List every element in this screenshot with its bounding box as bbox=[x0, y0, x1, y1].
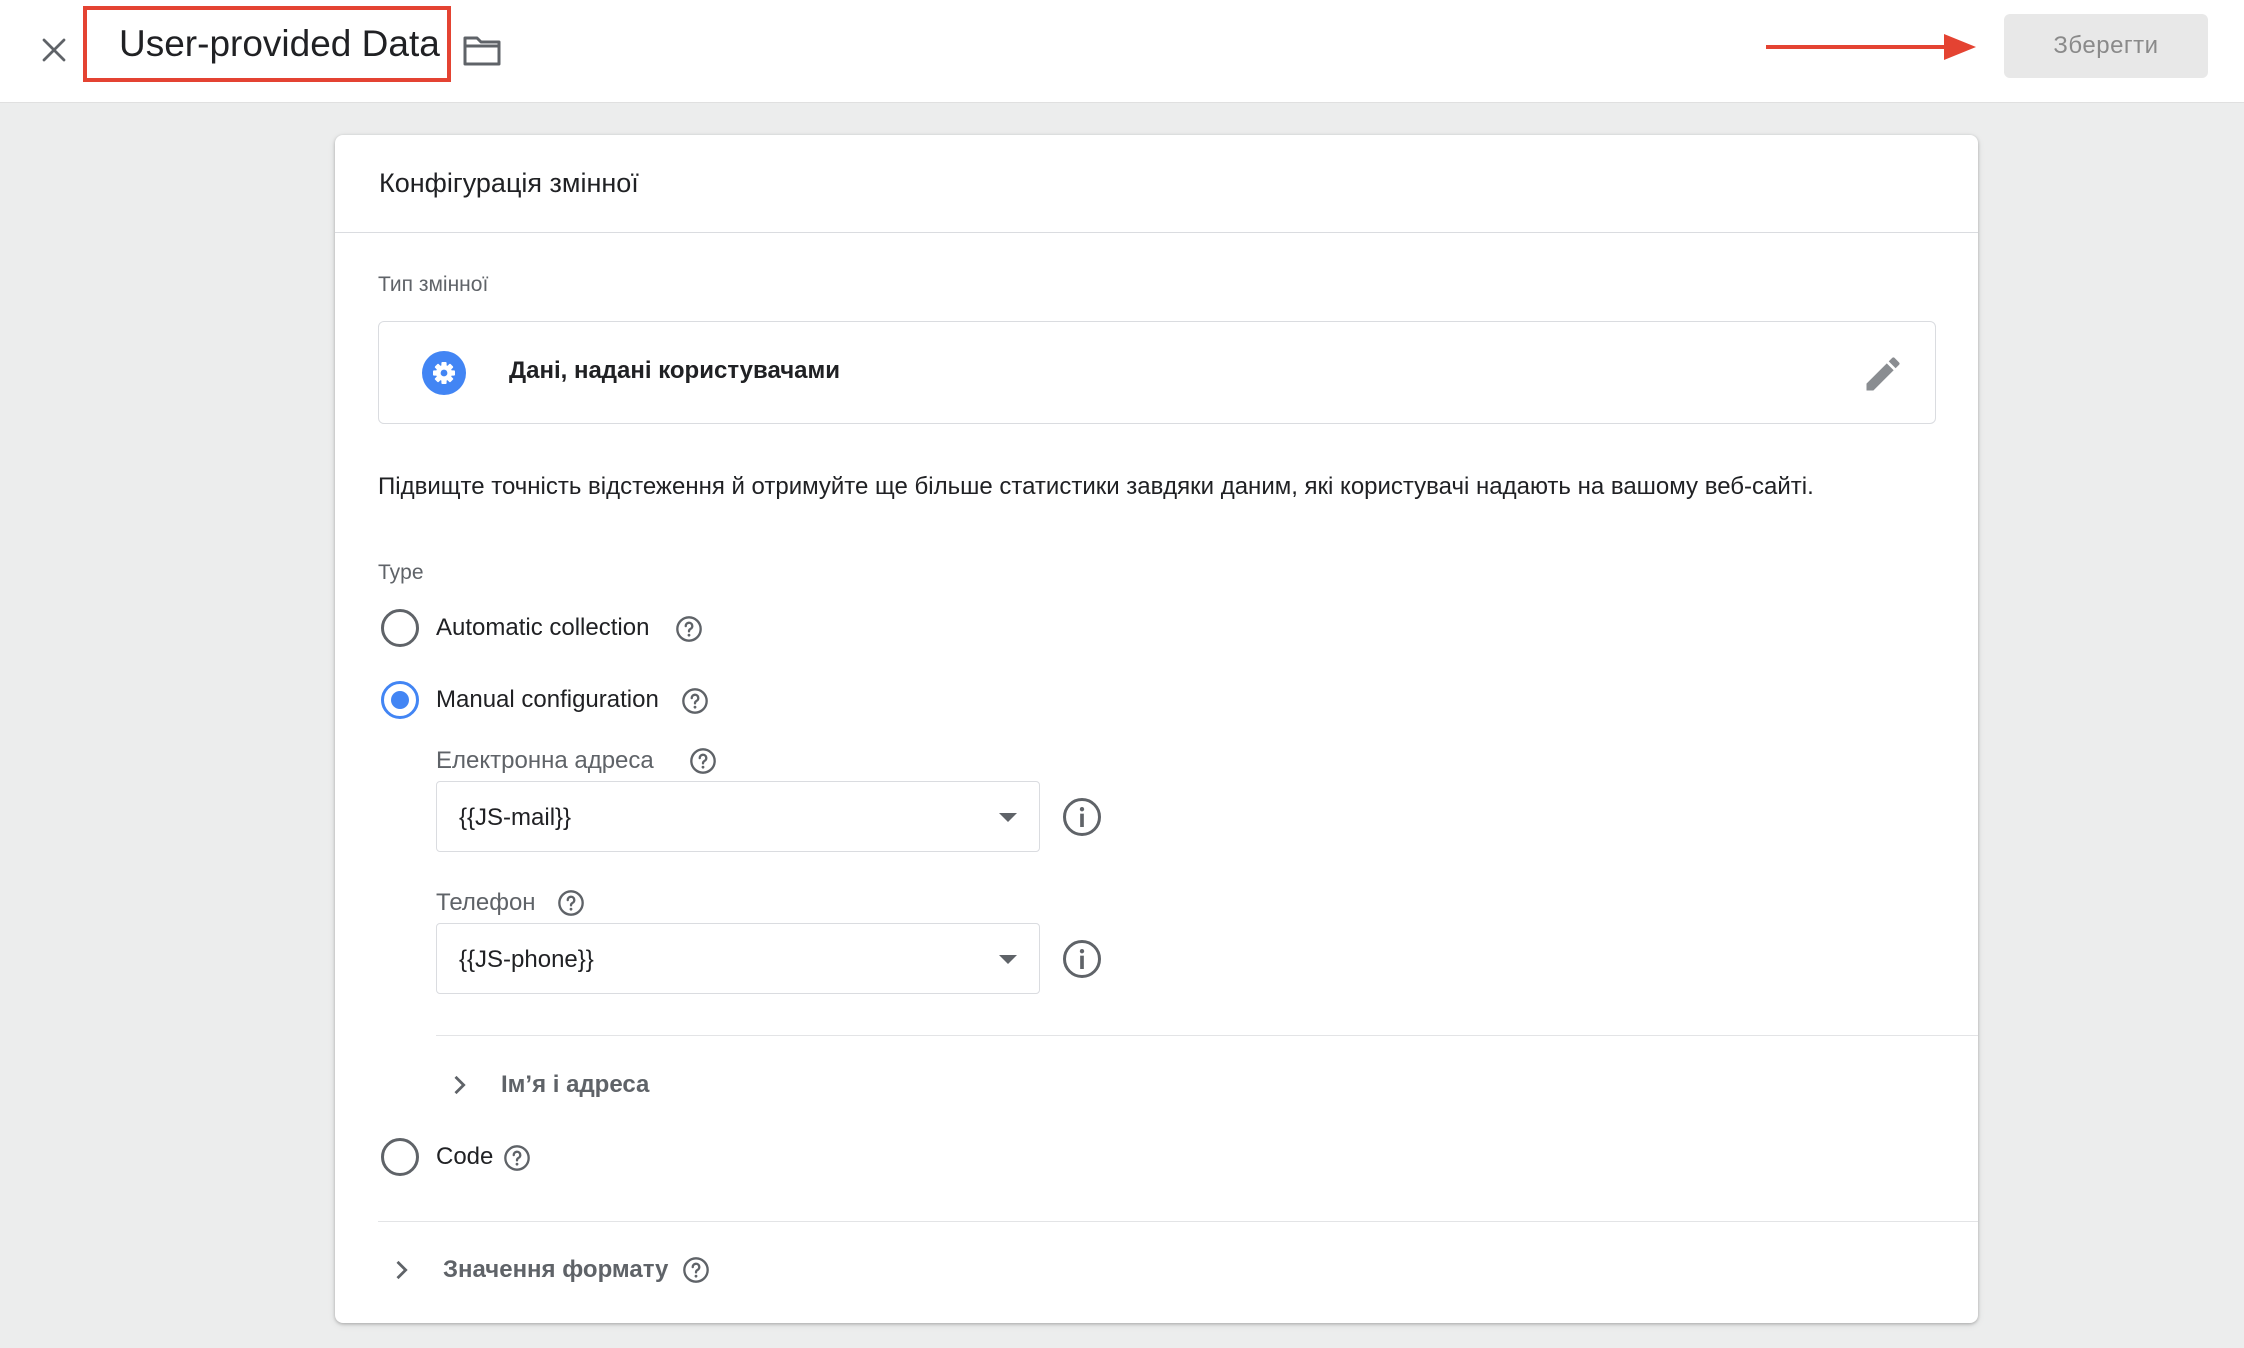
variable-configuration-card: Конфігурація змінної Тип змінної Дані, н… bbox=[335, 135, 1978, 1323]
variable-name-field[interactable]: User-provided Data bbox=[83, 6, 451, 82]
save-button[interactable]: Зберегти bbox=[2004, 14, 2208, 78]
variable-type-value: Дані, надані користувачами bbox=[509, 357, 840, 384]
email-label: Електронна адреса bbox=[436, 747, 654, 774]
format-values-expander[interactable]: Значення формату bbox=[387, 1256, 710, 1284]
type-label: Type bbox=[378, 561, 424, 584]
help-icon[interactable] bbox=[689, 747, 717, 775]
divider bbox=[378, 1221, 1978, 1222]
folder-button[interactable] bbox=[458, 26, 506, 74]
info-icon[interactable] bbox=[1062, 939, 1102, 979]
divider bbox=[436, 1035, 1978, 1036]
annotation-arrow-icon bbox=[1766, 34, 1976, 60]
help-icon[interactable] bbox=[503, 1144, 531, 1172]
chevron-right-icon bbox=[454, 1075, 466, 1095]
dropdown-arrow-icon bbox=[999, 955, 1017, 964]
variable-name-text: User-provided Data bbox=[119, 23, 440, 64]
card-header: Конфігурація змінної bbox=[335, 135, 1978, 233]
top-bar: User-provided Data Зберегти bbox=[0, 0, 2244, 103]
info-icon[interactable] bbox=[1062, 797, 1102, 837]
format-values-label: Значення формату bbox=[443, 1256, 669, 1283]
phone-select-value: {{JS-phone}} bbox=[459, 946, 594, 973]
radio-automatic-collection[interactable] bbox=[381, 609, 419, 647]
variable-type-label: Тип змінної bbox=[378, 273, 489, 296]
close-button[interactable] bbox=[30, 26, 78, 74]
close-icon bbox=[42, 38, 66, 62]
variable-type-selector[interactable]: Дані, надані користувачами bbox=[378, 321, 1936, 424]
help-icon[interactable] bbox=[675, 615, 703, 643]
email-select-value: {{JS-mail}} bbox=[459, 804, 572, 831]
help-icon[interactable] bbox=[682, 1256, 710, 1284]
manual-configuration-label: Manual configuration bbox=[436, 686, 659, 713]
dropdown-arrow-icon bbox=[999, 813, 1017, 822]
folder-icon bbox=[463, 36, 501, 66]
phone-select[interactable]: {{JS-phone}} bbox=[436, 923, 1040, 994]
radio-manual-configuration[interactable] bbox=[381, 681, 419, 719]
name-address-expander[interactable]: Ім’я і адреса bbox=[445, 1071, 649, 1099]
description-text: Підвищте точність відстеження й отримуйт… bbox=[378, 473, 1814, 500]
radio-code[interactable] bbox=[381, 1138, 419, 1176]
pencil-icon[interactable] bbox=[1861, 352, 1905, 396]
card-title: Конфігурація змінної bbox=[379, 168, 639, 198]
code-label: Code bbox=[436, 1143, 494, 1170]
gear-icon bbox=[422, 351, 466, 395]
help-icon[interactable] bbox=[681, 687, 709, 715]
phone-label: Телефон bbox=[436, 889, 536, 916]
help-icon[interactable] bbox=[557, 889, 585, 917]
name-address-label: Ім’я і адреса bbox=[501, 1071, 650, 1098]
chevron-right-icon bbox=[396, 1260, 408, 1280]
email-select[interactable]: {{JS-mail}} bbox=[436, 781, 1040, 852]
automatic-collection-label: Automatic collection bbox=[436, 614, 650, 641]
